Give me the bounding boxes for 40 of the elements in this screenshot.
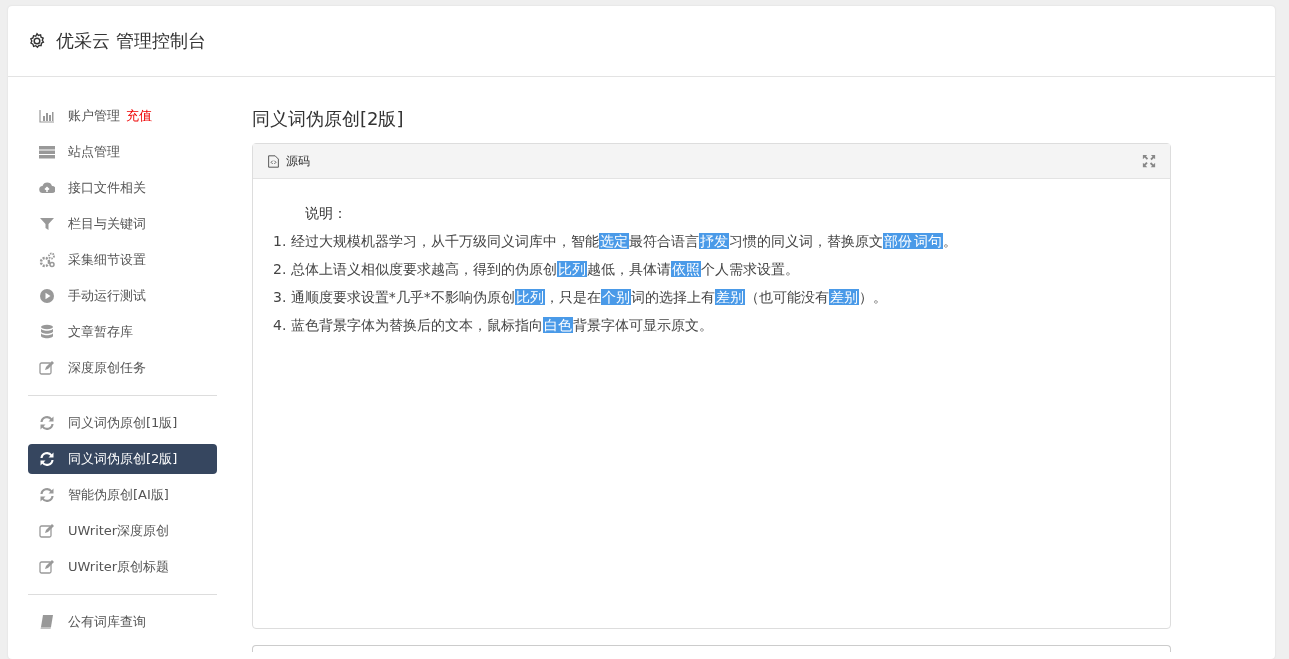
gear-icon: [28, 32, 46, 50]
edit-icon: [39, 559, 55, 575]
note-line: 2. 总体上语义相似度要求越高，得到的伪原创 比列越低，具体请依照个人需求设置。: [273, 260, 800, 279]
sidebar-item[interactable]: 站点管理: [28, 137, 217, 167]
console-title: 优采云 管理控制台: [56, 29, 206, 53]
sidebar-item[interactable]: 公有词库查询: [28, 607, 217, 637]
sidebar-item[interactable]: 同义词伪原创[2版]: [28, 444, 217, 474]
sidebar-item[interactable]: UWriter深度原创: [28, 516, 217, 546]
book-icon: [39, 614, 55, 630]
refresh-icon: [39, 487, 55, 503]
database-icon: [39, 324, 55, 340]
sidebar-item[interactable]: 采集细节设置: [28, 245, 217, 275]
sidebar-item[interactable]: 接口文件相关: [28, 173, 217, 203]
bar-chart-icon: [39, 108, 55, 124]
page-title: 同义词伪原创[2版]: [252, 107, 405, 131]
note-line: 3. 通顺度要求设置*几乎*不影响伪原创 比列，只是在个别词的选择上有差别（也可能没有差别）。: [273, 288, 888, 307]
note-line: 4. 蓝色背景字体为替换后的文本，鼠标指向 白色背景字体可显示原文。: [273, 316, 714, 335]
filter-icon: [39, 216, 55, 232]
sidebar-item[interactable]: UWriter原创标题: [28, 552, 217, 582]
play-circle-icon: [39, 288, 55, 304]
sidebar-item[interactable]: 智能伪原创[AI版]: [28, 480, 217, 510]
sidebar-item[interactable]: 栏目与关键词: [28, 209, 217, 239]
edit-icon: [39, 523, 55, 539]
refresh-icon: [39, 451, 55, 467]
server-icon: [39, 144, 55, 160]
cloud-upload-icon: [39, 180, 55, 196]
sidebar-item[interactable]: 账户管理 充值: [28, 101, 217, 131]
panel-title: 源码: [286, 152, 310, 170]
edit-icon: [39, 360, 55, 376]
note-line: 1. 经过大规模机器学习，从千万级同义词库中，智能选定最符合语言抒发习惯的同义词，替换原文部份词句。: [273, 232, 958, 251]
sidebar-item[interactable]: 手动运行测试: [28, 281, 217, 311]
sidebar-item[interactable]: 同义词伪原创[1版]: [28, 408, 217, 438]
gears-icon: [39, 252, 55, 268]
refresh-icon: [39, 415, 55, 431]
code-file-icon: [267, 154, 280, 168]
expand-icon[interactable]: [1142, 154, 1156, 168]
recharge-link[interactable]: 充值: [126, 107, 152, 125]
sidebar-item[interactable]: 文章暂存库: [28, 317, 217, 347]
note-heading: 说明：: [305, 204, 348, 223]
sidebar-item[interactable]: 深度原创任务: [28, 353, 217, 383]
